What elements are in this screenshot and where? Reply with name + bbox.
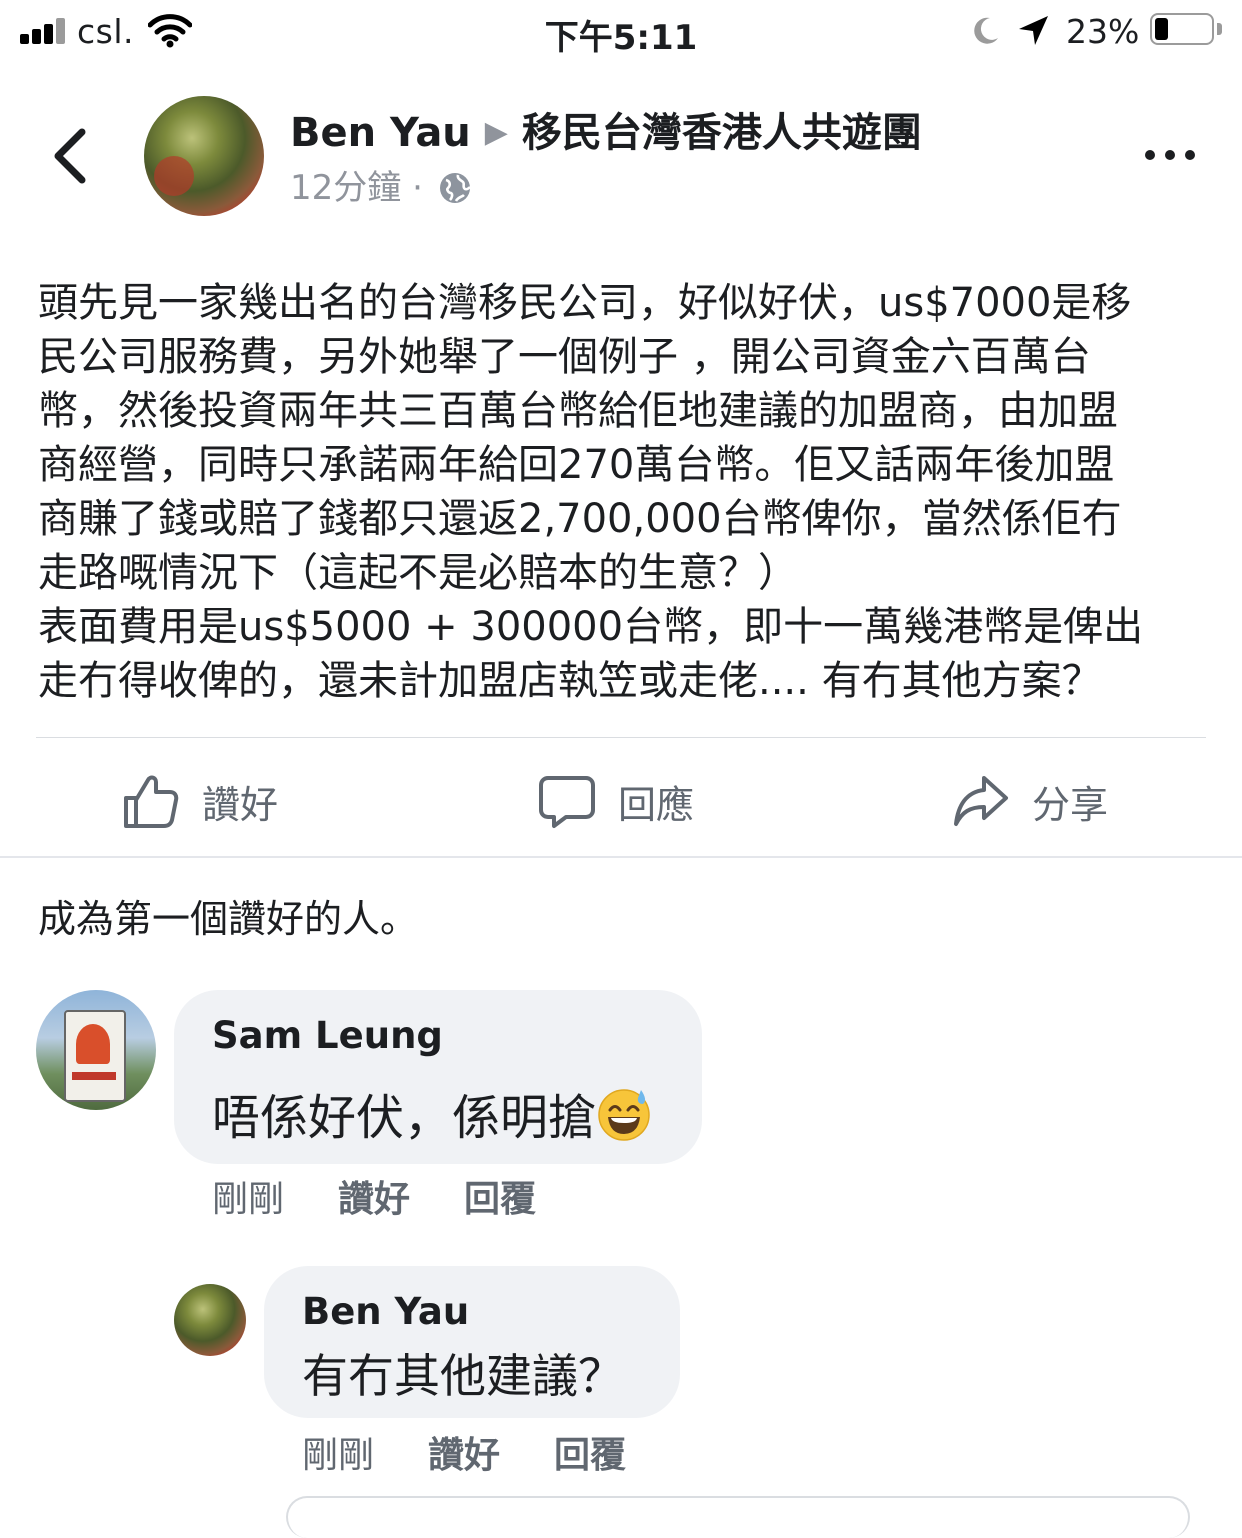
author-name[interactable]: Ben Yau	[290, 110, 471, 156]
section-divider	[0, 856, 1242, 858]
clock: 下午5:11	[544, 18, 698, 58]
comment-label: 回應	[618, 782, 695, 827]
comment-reply-button[interactable]: 回覆	[464, 1179, 536, 1220]
comment-bubble-icon	[539, 776, 595, 828]
group-name[interactable]: 移民台灣香港人共遊團	[522, 110, 922, 156]
comment-time: 剛剛	[212, 1179, 285, 1220]
comment-text-content: 唔係好伏，係明搶	[212, 1090, 597, 1146]
share-arrow-icon	[954, 776, 1008, 826]
share-label: 分享	[1032, 782, 1109, 827]
avatar-sign-graphic	[64, 1010, 126, 1102]
more-options-icon[interactable]	[1144, 142, 1196, 168]
share-button[interactable]: 分享	[952, 766, 1108, 836]
divider	[36, 737, 1206, 738]
battery-nub	[1217, 23, 1222, 35]
comment-text: 唔係好伏，係明搶	[212, 1078, 652, 1148]
commenter-avatar[interactable]	[36, 990, 156, 1110]
author-avatar[interactable]	[144, 96, 264, 216]
thumbs-up-icon	[124, 775, 179, 828]
meta-separator: ·	[412, 168, 423, 208]
reply-author-name[interactable]: Ben Yau	[302, 1290, 469, 1333]
comment-meta: 剛剛 讚好 回覆	[212, 1170, 590, 1222]
reply-meta: 剛剛 讚好 回覆	[302, 1426, 680, 1478]
reply-like-button[interactable]: 讚好	[428, 1435, 500, 1476]
comment-button[interactable]: 回應	[538, 766, 694, 836]
right-triangle-icon: ▶	[484, 115, 508, 150]
post-body-text: 頭先見一家幾出名的台灣移民公司，好似好伏，us$7000是移 民公司服務費，另外…	[38, 280, 1144, 704]
comment-like-button[interactable]: 讚好	[338, 1179, 410, 1220]
post-header-title: Ben Yau ▶ 移民台灣香港人共遊團	[290, 100, 922, 158]
post-time[interactable]: 12分鐘	[290, 168, 401, 208]
like-label: 讚好	[202, 782, 279, 827]
commenter-name[interactable]: Sam Leung	[212, 1014, 443, 1057]
likes-summary: 成為第一個讚好的人。	[38, 897, 419, 941]
grinning-sweat-emoji-icon	[598, 1089, 650, 1141]
battery-icon	[1150, 13, 1214, 45]
reply-reply-button[interactable]: 回覆	[554, 1435, 626, 1476]
like-button[interactable]: 讚好	[122, 766, 278, 836]
reply-author-avatar[interactable]	[174, 1284, 246, 1356]
location-arrow-icon	[1019, 16, 1048, 45]
reply-input-field[interactable]	[286, 1496, 1190, 1538]
back-chevron-icon[interactable]	[48, 126, 94, 186]
reply-text: 有冇其他建議？	[302, 1349, 624, 1403]
post-meta: 12分鐘 ·	[290, 160, 472, 209]
battery-percentage: 23%	[1066, 12, 1140, 51]
public-globe-icon	[439, 173, 471, 203]
status-bar: csl. 下午5:11 23%	[0, 0, 1242, 64]
reply-time: 剛剛	[302, 1435, 375, 1476]
do-not-disturb-moon-icon	[974, 17, 998, 44]
